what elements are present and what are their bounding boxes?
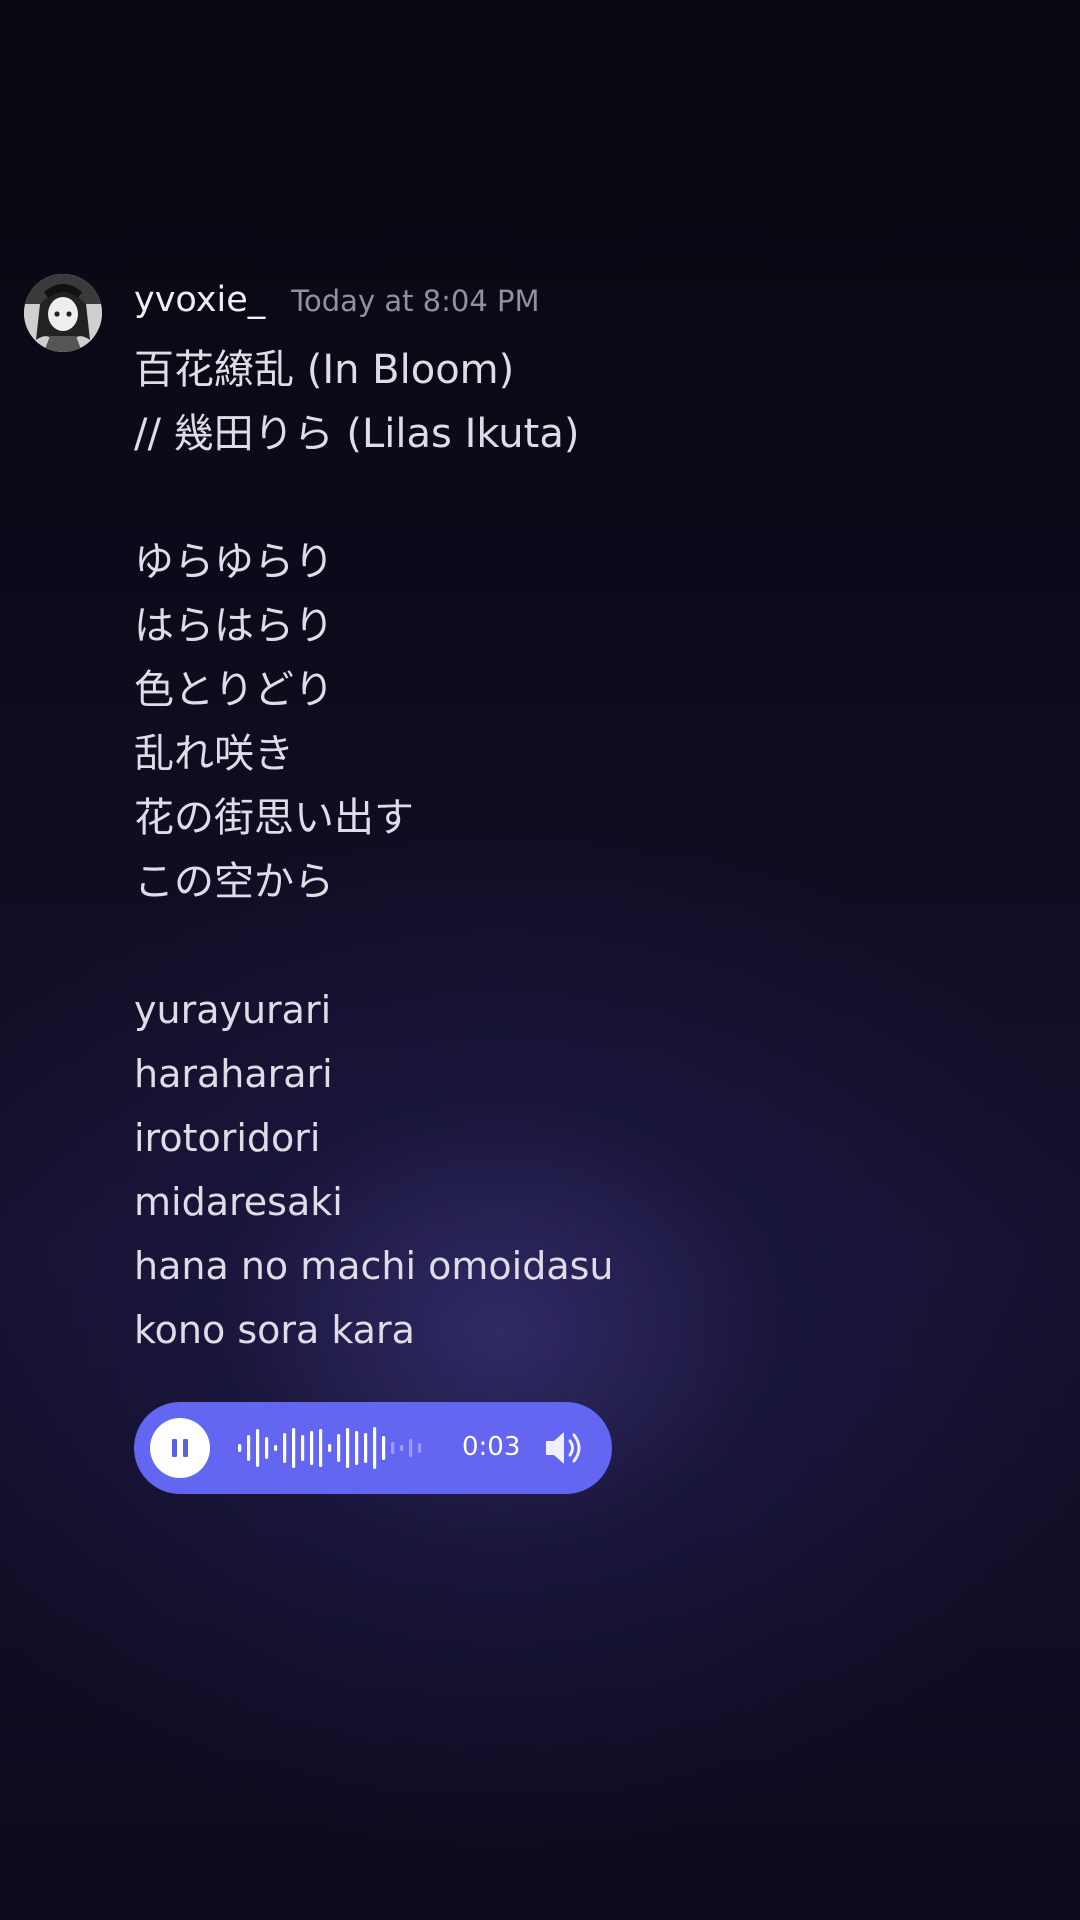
lyric-line-romaji: irotoridori (134, 1116, 321, 1160)
lyric-line-japanese: ゆらゆらり (134, 539, 334, 585)
volume-button[interactable] (542, 1426, 588, 1470)
waveform-bar (292, 1428, 296, 1468)
message-content: 百花繚乱 (In Bloom) // 幾田りら (Lilas Ikuta) ゆら… (134, 338, 614, 1362)
lyric-line-japanese: はらはらり (134, 603, 334, 649)
waveform-bar (265, 1437, 269, 1459)
audio-duration: 0:03 (462, 1432, 521, 1462)
waveform-bar (355, 1431, 359, 1465)
waveform-bar (391, 1442, 395, 1454)
user-avatar[interactable] (24, 274, 102, 352)
lyric-line-romaji: hana no machi omoidasu (134, 1244, 614, 1288)
waveform-bar (337, 1434, 341, 1462)
message-timestamp: Today at 8:04 PM (291, 284, 540, 318)
waveform-bar (274, 1445, 278, 1451)
lyric-line-japanese: 色とりどり (134, 667, 334, 713)
waveform-bar (256, 1429, 260, 1467)
waveform-bar (373, 1427, 377, 1469)
voice-message-player: 0:03 (134, 1402, 612, 1494)
lyric-line-romaji: midaresaki (134, 1180, 343, 1224)
waveform-bar (328, 1444, 332, 1452)
username[interactable]: yvoxie_ (134, 280, 265, 320)
pause-button[interactable] (150, 1418, 210, 1478)
waveform-bar (247, 1435, 251, 1461)
song-title: 百花繚乱 (In Bloom) (134, 347, 515, 393)
waveform-bar (418, 1443, 422, 1453)
waveform-bar (319, 1429, 323, 1467)
lyric-line-romaji: kono sora kara (134, 1308, 415, 1352)
waveform-bar (409, 1439, 413, 1457)
waveform-bar (310, 1431, 314, 1465)
waveform-bar (382, 1436, 386, 1460)
lyric-line-romaji: yurayurari (134, 988, 332, 1032)
waveform-bar (364, 1433, 368, 1463)
lyric-line-romaji: haraharari (134, 1052, 333, 1096)
waveform-bar (283, 1433, 287, 1463)
waveform-bar (400, 1445, 404, 1451)
waveform-bar (238, 1444, 242, 1452)
lyric-line-japanese: この空から (134, 859, 334, 905)
message-header: yvoxie_ Today at 8:04 PM (134, 280, 540, 330)
speaker-icon (546, 1432, 581, 1464)
lyric-line-japanese: 花の街思い出す (134, 795, 414, 841)
song-artist: // 幾田りら (Lilas Ikuta) (134, 411, 580, 457)
pause-icon (172, 1439, 188, 1457)
lyric-line-japanese: 乱れ咲き (134, 731, 294, 777)
waveform-bar (301, 1435, 305, 1461)
audio-waveform[interactable] (234, 1402, 574, 1494)
waveform-bar (346, 1428, 350, 1468)
